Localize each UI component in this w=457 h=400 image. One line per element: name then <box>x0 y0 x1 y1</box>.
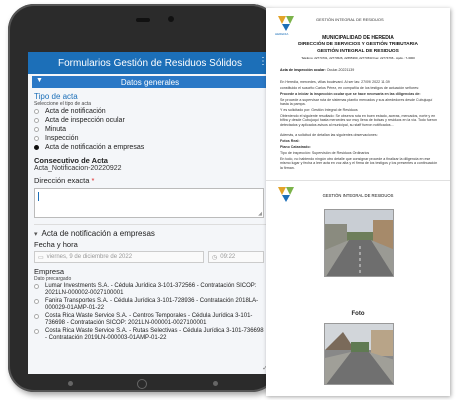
doc-paragraph: Se procede a supervisar ruta de sistemas… <box>280 98 433 107</box>
municipal-logo-icon: HEREDIA <box>274 14 300 36</box>
doc-paragraph: Además, a solicitud de detallan las sigu… <box>280 133 378 137</box>
direccion-label: Dirección exacta * <box>34 176 266 185</box>
doc-paragraph: En todo, no habiendo ningún otro detalle… <box>280 157 438 170</box>
doc-title-1: MUNICIPALIDAD DE HEREDIA <box>322 35 394 41</box>
required-mark: * <box>91 176 95 185</box>
report-document: HEREDIA GESTIÓN INTEGRAL DE RESIDUOS MUN… <box>266 8 450 396</box>
radio-label: Acta de inspección ocular <box>45 117 125 124</box>
doc-paragraph: constituido el suscrito Carlos Pérez, en… <box>280 86 420 90</box>
doc-header-small: GESTIÓN INTEGRAL DE RESIDUOS <box>316 17 384 22</box>
acta-line-value: Ocular-20221139 <box>326 68 355 72</box>
empresa-option[interactable]: Costa Rica Waste Service S.A. - Centros … <box>34 313 266 327</box>
foto-label: Foto <box>351 311 365 317</box>
resize-handle-icon[interactable]: ◢ <box>258 211 262 217</box>
clock-icon: ◷ <box>212 254 218 261</box>
consecutivo-value: Acta_Notificacion-20220922 <box>34 165 122 172</box>
nav-recent-icon[interactable] <box>213 381 218 386</box>
radio-option[interactable]: Acta de notificación <box>34 107 266 116</box>
empresa-sublabel: Dato precargado <box>34 276 72 282</box>
doc-paragraph: En Heredia, mercedes, villas boulevard. … <box>280 80 390 84</box>
radio-button[interactable] <box>34 127 39 132</box>
empresa-label: Empresa <box>34 267 65 276</box>
form-content: Tipo de acta Seleccione el tipo de acta … <box>28 88 272 344</box>
date-time-row: ▭ viernes, 9 de diciembre de 2022 ◷ 09:2… <box>34 251 266 263</box>
empresa-option-label: Fanira Transportes S.A. - Cédula Jurídic… <box>45 298 259 311</box>
doc-page2-header: GESTIÓN INTEGRAL DE RESIDUOS <box>322 193 394 198</box>
date-input[interactable]: ▭ viernes, 9 de diciembre de 2022 <box>34 251 204 263</box>
text-caret <box>38 192 39 201</box>
radio-label: Inspección <box>45 135 79 142</box>
radio-button[interactable] <box>34 329 39 334</box>
direccion-textarea[interactable]: ◢ <box>34 188 264 218</box>
acta-line: Acta de inspección ocular: Ocular-202211… <box>280 68 440 72</box>
section-title: Datos generales <box>120 77 180 87</box>
time-placeholder: 09:22 <box>220 254 236 260</box>
divider <box>34 224 266 225</box>
app-screen: Formularios Gestión de Residuos Sólidos … <box>28 52 272 374</box>
empresa-option[interactable]: Costa Rica Waste Service S.A. - Rutas Se… <box>34 328 266 342</box>
phone-device: Formularios Gestión de Residuos Sólidos … <box>8 4 278 392</box>
chevron-down-icon: ▼ <box>36 77 43 84</box>
radio-label: Acta de notificación <box>45 108 106 115</box>
empresa-option-label: Costa Rica Waste Service S.A. - Centros … <box>45 313 253 326</box>
calendar-icon: ▭ <box>38 254 44 261</box>
radio-button[interactable] <box>34 314 39 319</box>
radio-button-selected[interactable] <box>34 145 39 150</box>
tipo-acta-label: Tipo de acta <box>34 92 78 101</box>
subsection-header[interactable]: ▾ Acta de notificación a empresas <box>34 229 266 238</box>
doc-paragraph: Procede a iniciar la inspección ocular q… <box>280 92 421 96</box>
subsection-title: Acta de notificación a empresas <box>41 229 155 238</box>
chevron-down-icon: ▾ <box>34 230 38 238</box>
empresa-option[interactable]: Lumar Investments S.A. - Cédula Jurídica… <box>34 283 266 297</box>
empresa-option[interactable]: Fanira Transportes S.A. - Cédula Jurídic… <box>34 298 266 312</box>
date-placeholder: viernes, 9 de diciembre de 2022 <box>46 254 133 260</box>
doc-paragraph: Y es solicitado por: Gestión Integral de… <box>280 108 358 112</box>
doc-title-3: GESTIÓN INTEGRAL DE RESIDUOS <box>317 49 399 54</box>
radio-button[interactable] <box>34 118 39 123</box>
radio-label: Minuta <box>45 126 67 133</box>
radio-option[interactable]: Acta de inspección ocular <box>34 116 266 125</box>
app-title: Formularios Gestión de Residuos Sólidos <box>58 57 242 69</box>
doc-contact: Teléfono: 22774701, 22774526, 22655360, … <box>301 56 415 60</box>
time-input[interactable]: ◷ 09:22 <box>208 251 264 263</box>
acta-line-label: Acta de inspección ocular: <box>280 68 326 72</box>
street-photo-2 <box>324 323 394 385</box>
document-page-2: GESTIÓN INTEGRAL DE RESIDUOS Foto <box>266 180 450 396</box>
section-datos-generales[interactable]: ▼ Datos generales <box>32 76 268 88</box>
doc-paragraph: Fotos Real: <box>280 139 300 143</box>
radio-option-selected[interactable]: Acta de notificación a empresas <box>34 143 266 152</box>
document-page-1: HEREDIA GESTIÓN INTEGRAL DE RESIDUOS MUN… <box>266 8 450 174</box>
radio-option[interactable]: Minuta <box>34 125 266 134</box>
radio-option[interactable]: Inspección <box>34 134 266 143</box>
empresa-option-label: Costa Rica Waste Service S.A. - Rutas Se… <box>45 328 264 341</box>
radio-button[interactable] <box>34 109 39 114</box>
app-header: Formularios Gestión de Residuos Sólidos … <box>28 52 272 74</box>
radio-button[interactable] <box>34 136 39 141</box>
radio-button[interactable] <box>34 284 39 289</box>
doc-paragraph: Tipo de inspección: Supervisión de Resid… <box>280 151 370 155</box>
phone-speaker <box>136 18 150 22</box>
radio-button[interactable] <box>34 299 39 304</box>
street-photo-1 <box>324 209 394 277</box>
consecutivo-label: Consecutivo de Acta <box>34 156 108 165</box>
empresa-option-label: Lumar Investments S.A. - Cédula Jurídica… <box>45 283 257 296</box>
radio-label: Acta de notificación a empresas <box>45 144 145 151</box>
doc-paragraph: Obteniendo el siguiente resultado: Se ob… <box>280 114 437 127</box>
doc-title-2: DIRECCIÓN DE SERVICIOS Y GESTIÓN TRIBUTA… <box>298 42 418 47</box>
fecha-label: Fecha y hora <box>34 240 78 249</box>
home-button[interactable] <box>137 379 147 389</box>
phone-camera <box>168 16 174 22</box>
nav-back-icon[interactable] <box>68 381 73 386</box>
direccion-label-text: Dirección exacta <box>34 176 90 185</box>
doc-paragraph: Plano Catastrado: <box>280 145 311 149</box>
